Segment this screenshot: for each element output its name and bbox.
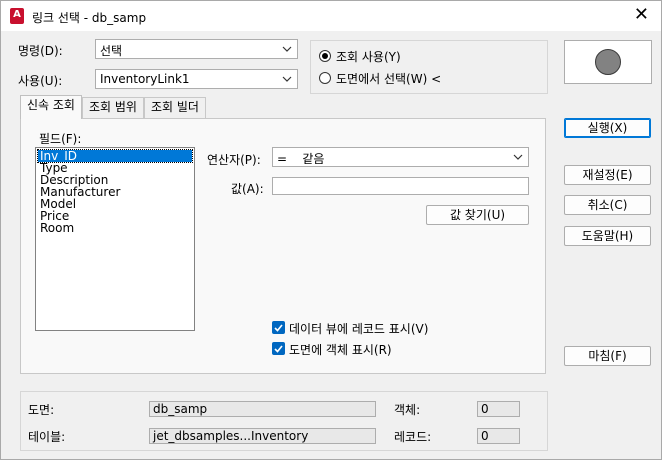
chevron-down-icon (513, 154, 523, 160)
tab-quick-query[interactable]: 신속 조회 (20, 95, 82, 119)
window-title: 링크 선택 - db_samp (32, 11, 147, 25)
table-label: 테이블: (28, 430, 66, 444)
operator-label: 연산자(P): (207, 153, 261, 167)
list-item[interactable]: Room (40, 222, 74, 234)
chevron-down-icon (282, 76, 292, 82)
checkmark-icon (274, 324, 283, 332)
records-value: 0 (477, 428, 520, 444)
tab-range-query[interactable]: 조회 범위 (82, 97, 144, 118)
table-value: jet_dbsamples...Inventory (149, 428, 376, 444)
command-label: 명령(D): (18, 42, 63, 59)
show-records-checkbox[interactable] (272, 321, 285, 334)
operator-value: = 같음 (277, 152, 325, 166)
link-select-dialog: A 링크 선택 - db_samp ✕ 명령(D): 선택 사용(U): Inv… (0, 0, 662, 460)
usage-label-text: 사용(U): (18, 74, 63, 88)
preview-box (564, 40, 652, 84)
records-label: 레코드: (394, 430, 432, 444)
command-dropdown[interactable]: 선택 (95, 39, 298, 59)
radio-select-in-drawing[interactable] (319, 72, 331, 84)
value-label: 값(A): (231, 182, 264, 196)
fields-listbox[interactable]: Inv_ID Type Description Manufacturer Mod… (35, 147, 195, 331)
close-icon[interactable]: ✕ (634, 5, 649, 25)
execute-button[interactable]: 실행(X) (564, 118, 651, 138)
finish-button[interactable]: 마침(F) (564, 346, 651, 366)
title-bar: A 링크 선택 - db_samp ✕ (1, 1, 661, 31)
radio-use-query[interactable] (319, 50, 331, 62)
usage-dropdown[interactable]: InventoryLink1 (95, 69, 298, 89)
fields-label: 필드(F): (39, 132, 82, 146)
command-value: 선택 (100, 44, 123, 58)
value-input[interactable] (272, 177, 529, 195)
show-objects-checkbox[interactable] (272, 342, 285, 355)
show-objects-label[interactable]: 도면에 객체 표시(R) (289, 341, 392, 358)
usage-label: 사용(U): (18, 72, 62, 89)
radio-select-in-drawing-label[interactable]: 도면에서 선택(W) < (336, 70, 441, 87)
show-records-label[interactable]: 데이터 뷰에 레코드 표시(V) (289, 320, 428, 337)
operator-dropdown[interactable]: = 같음 (272, 147, 529, 167)
radio-use-query-label[interactable]: 조회 사용(Y) (336, 48, 401, 65)
objects-value: 0 (477, 401, 520, 417)
checkmark-icon (274, 345, 283, 353)
drawing-label: 도면: (28, 403, 55, 417)
chevron-down-icon (282, 46, 292, 52)
objects-label: 객체: (394, 403, 421, 417)
find-values-button[interactable]: 값 찾기(U) (426, 205, 529, 225)
cancel-button[interactable]: 취소(C) (564, 195, 651, 215)
drawing-value: db_samp (149, 401, 376, 417)
command-label-text: 명령(D): (18, 44, 63, 58)
source-option-group: 조회 사용(Y) 도면에서 선택(W) < (310, 40, 548, 94)
app-icon: A (10, 8, 24, 24)
tab-query-builder[interactable]: 조회 빌더 (144, 97, 206, 118)
usage-value: InventoryLink1 (100, 72, 190, 86)
reset-button[interactable]: 재설정(E) (564, 165, 651, 185)
app-icon-letter: A (13, 9, 21, 20)
circle-preview-icon (595, 49, 621, 75)
help-button[interactable]: 도움말(H) (564, 226, 651, 246)
